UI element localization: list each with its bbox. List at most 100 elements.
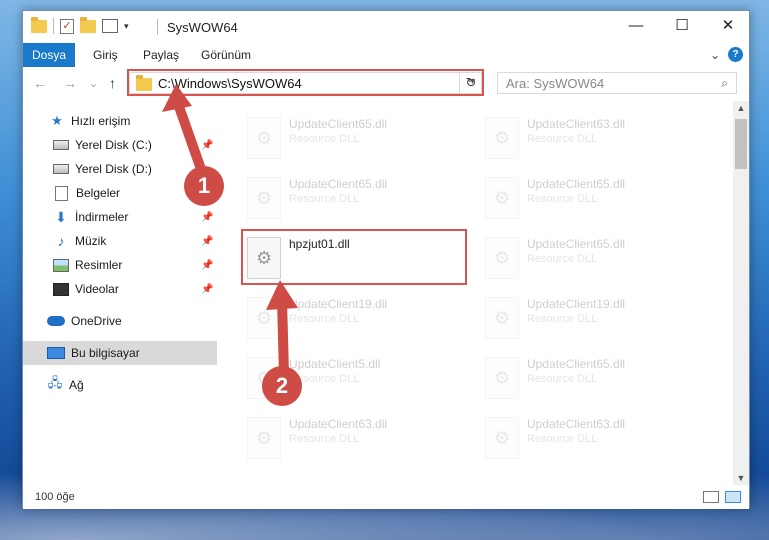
dll-file-icon	[485, 117, 519, 159]
address-highlight-box	[127, 69, 484, 96]
dll-file-icon	[247, 177, 281, 219]
dll-file-icon	[247, 417, 281, 459]
view-properties-icon[interactable]	[102, 19, 118, 33]
scroll-down-arrow-icon[interactable]: ▼	[733, 473, 749, 483]
help-icon[interactable]: ?	[728, 47, 743, 62]
nav-item-label: Hızlı erişim	[71, 114, 131, 128]
drive-icon	[53, 140, 69, 150]
folder-icon	[31, 16, 47, 33]
title-bar: ✓ ▾ SysWOW64 — ☐ ✕	[23, 11, 749, 43]
nav-item-onedrive[interactable]: OneDrive	[23, 309, 217, 333]
dll-file-icon	[485, 237, 519, 279]
file-name: UpdateClient65.dll	[527, 357, 626, 371]
details-view-icon[interactable]	[703, 491, 719, 503]
nav-item-label: Resimler	[75, 258, 123, 272]
star-icon: ★	[51, 113, 63, 128]
file-type: Resource DLL	[527, 313, 598, 325]
nav-item-quick-access[interactable]: ★ Hızlı erişim	[23, 109, 217, 133]
up-button[interactable]: ↑	[109, 75, 116, 91]
search-icon[interactable]: ⌕	[721, 76, 728, 91]
list-item[interactable]: UpdateClient63.dll Resource DLL	[243, 411, 473, 467]
nav-item-label: Ağ	[69, 378, 84, 392]
nav-item-label: İndirmeler	[75, 210, 129, 224]
scrollbar-thumb[interactable]	[735, 119, 747, 169]
minimize-button[interactable]: —	[613, 11, 659, 41]
nav-item-videos[interactable]: Videolar 📌	[23, 277, 217, 301]
dll-file-icon	[485, 177, 519, 219]
nav-item-downloads[interactable]: ⬇ İndirmeler 📌	[23, 205, 217, 229]
customize-toolbar-chevron-icon[interactable]: ▾	[124, 21, 129, 32]
tab-paylas[interactable]: Paylaş	[143, 43, 179, 67]
file-type: Resource DLL	[527, 373, 598, 385]
search-input[interactable]: Ara: SysWOW64	[506, 76, 604, 91]
tab-gorunum[interactable]: Görünüm	[201, 43, 251, 67]
music-icon: ♪	[57, 233, 65, 249]
dll-file-icon	[247, 117, 281, 159]
new-folder-icon[interactable]	[80, 16, 96, 33]
drive-icon	[53, 164, 69, 174]
recent-locations-chevron-icon[interactable]: ⌄	[89, 77, 98, 90]
nav-item-label: Yerel Disk (D:)	[75, 162, 152, 176]
list-item[interactable]: UpdateClient63.dll Resource DLL	[481, 411, 711, 467]
toolbar-divider	[53, 18, 54, 34]
computer-icon	[47, 347, 65, 359]
forward-button[interactable]: →	[63, 75, 77, 91]
ribbon-controls: ⌄ ?	[710, 47, 743, 62]
list-item[interactable]: UpdateClient19.dll Resource DLL	[481, 291, 711, 347]
nav-item-label: Videolar	[75, 282, 119, 296]
list-item[interactable]: UpdateClient65.dll Resource DLL	[243, 171, 473, 227]
file-type: Resource DLL	[527, 193, 598, 205]
file-name: UpdateClient63.dll	[527, 417, 626, 431]
search-box[interactable]: Ara: SysWOW64 ⌕	[497, 72, 737, 94]
file-name: UpdateClient19.dll	[289, 297, 388, 311]
tab-dosya[interactable]: Dosya	[23, 43, 75, 67]
list-item[interactable]: UpdateClient65.dll Resource DLL	[481, 171, 711, 227]
vertical-scrollbar[interactable]: ▲ ▼	[733, 101, 749, 485]
file-name: UpdateClient65.dll	[289, 117, 388, 131]
navigation-pane: ★ Hızlı erişim Yerel Disk (C:) 📌 Yerel D…	[23, 103, 217, 483]
file-type: Resource DLL	[289, 193, 360, 205]
file-name: UpdateClient63.dll	[289, 417, 388, 431]
list-item[interactable]: UpdateClient65.dll Resource DLL	[243, 111, 473, 167]
item-count: 100 öğe	[35, 491, 75, 503]
large-icons-view-icon[interactable]	[725, 491, 741, 503]
scroll-up-arrow-icon[interactable]: ▲	[733, 103, 749, 113]
file-highlight-box	[241, 229, 467, 285]
onedrive-icon	[47, 316, 65, 326]
videos-icon	[53, 282, 69, 296]
nav-item-label: Müzik	[75, 234, 107, 248]
view-switcher	[703, 491, 741, 503]
nav-item-this-pc[interactable]: Bu bilgisayar	[23, 341, 217, 365]
nav-item-network[interactable]: 🖧 Ağ	[23, 373, 217, 397]
list-item[interactable]: UpdateClient65.dll Resource DLL	[481, 231, 711, 287]
documents-icon	[55, 185, 68, 201]
close-button[interactable]: ✕	[705, 11, 751, 41]
file-type: Resource DLL	[527, 133, 598, 145]
dll-file-icon	[485, 297, 519, 339]
maximize-button[interactable]: ☐	[659, 11, 705, 41]
file-type: Resource DLL	[289, 133, 360, 145]
pin-icon: 📌	[201, 139, 214, 151]
file-name: UpdateClient65.dll	[289, 177, 388, 191]
expand-ribbon-chevron-icon[interactable]: ⌄	[710, 48, 720, 62]
step-1-badge: 1	[184, 166, 224, 206]
status-bar: 100 öğe	[23, 487, 749, 509]
properties-checkmark-icon[interactable]: ✓	[60, 18, 74, 34]
nav-item-label: OneDrive	[71, 314, 122, 328]
downloads-icon: ⬇	[55, 208, 67, 225]
pin-icon: 📌	[201, 283, 214, 295]
network-icon: 🖧	[47, 375, 63, 390]
file-type: Resource DLL	[527, 253, 598, 265]
tab-giris[interactable]: Giriş	[93, 43, 118, 67]
list-item[interactable]: UpdateClient65.dll Resource DLL	[481, 351, 711, 407]
nav-item-local-disk-c[interactable]: Yerel Disk (C:) 📌	[23, 133, 217, 157]
nav-item-music[interactable]: ♪ Müzik 📌	[23, 229, 217, 253]
file-name: UpdateClient65.dll	[527, 237, 626, 251]
back-button[interactable]: ←	[33, 75, 47, 91]
list-item[interactable]: UpdateClient19.dll Resource DLL	[243, 291, 473, 347]
file-list: UpdateClient65.dll Resource DLL UpdateCl…	[233, 103, 733, 479]
title-divider	[157, 19, 158, 35]
pin-icon: 📌	[201, 259, 214, 271]
nav-item-pictures[interactable]: Resimler 📌	[23, 253, 217, 277]
list-item[interactable]: UpdateClient63.dll Resource DLL	[481, 111, 711, 167]
